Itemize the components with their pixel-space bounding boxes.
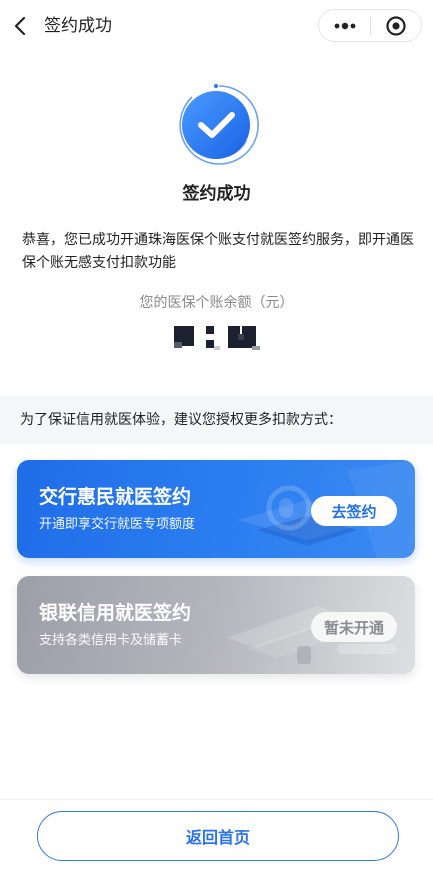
back-icon	[14, 16, 26, 36]
success-check-icon	[176, 82, 262, 168]
card-subtitle: 开通即享交行就医专项额度	[39, 517, 196, 532]
bocom-sign-card[interactable]: 交行惠民就医签约 开通即享交行就医专项额度 去签约	[17, 460, 415, 558]
card-title: 银联信用就医签约	[39, 602, 192, 624]
more-button[interactable]	[319, 10, 370, 41]
go-sign-button[interactable]: 去签约	[311, 496, 397, 526]
navbar: 签约成功	[0, 0, 433, 52]
close-button[interactable]	[371, 10, 421, 41]
footer: 返回首页	[0, 799, 433, 879]
card-title: 交行惠民就医签约	[39, 486, 192, 508]
success-message: 恭喜，您已成功开通珠海医保个账支付就医签约服务，即开通医保个账无感支付扣款功能	[22, 232, 414, 271]
more-icon	[334, 22, 355, 29]
tip-bar: 为了保证信用就医体验，建议您授权更多扣款方式：	[0, 396, 433, 444]
card-subtitle: 支持各类信用卡及储蓄卡	[39, 633, 183, 648]
balance-label: 您的医保个账余额（元）	[139, 295, 294, 311]
back-home-button[interactable]: 返回首页	[37, 811, 399, 861]
tip-text: 为了保证信用就医体验，建议您授权更多扣款方式：	[20, 412, 342, 428]
page-title: 签约成功	[44, 16, 112, 36]
back-button[interactable]	[10, 14, 30, 38]
not-available-button: 暂未开通	[311, 612, 397, 642]
success-title: 签约成功	[182, 184, 251, 204]
mini-program-capsule	[318, 9, 422, 42]
close-target-icon	[386, 15, 406, 36]
unionpay-sign-card: 银联信用就医签约 支持各类信用卡及储蓄卡 暂未开通	[17, 576, 415, 674]
balance-value-masked	[172, 324, 264, 354]
